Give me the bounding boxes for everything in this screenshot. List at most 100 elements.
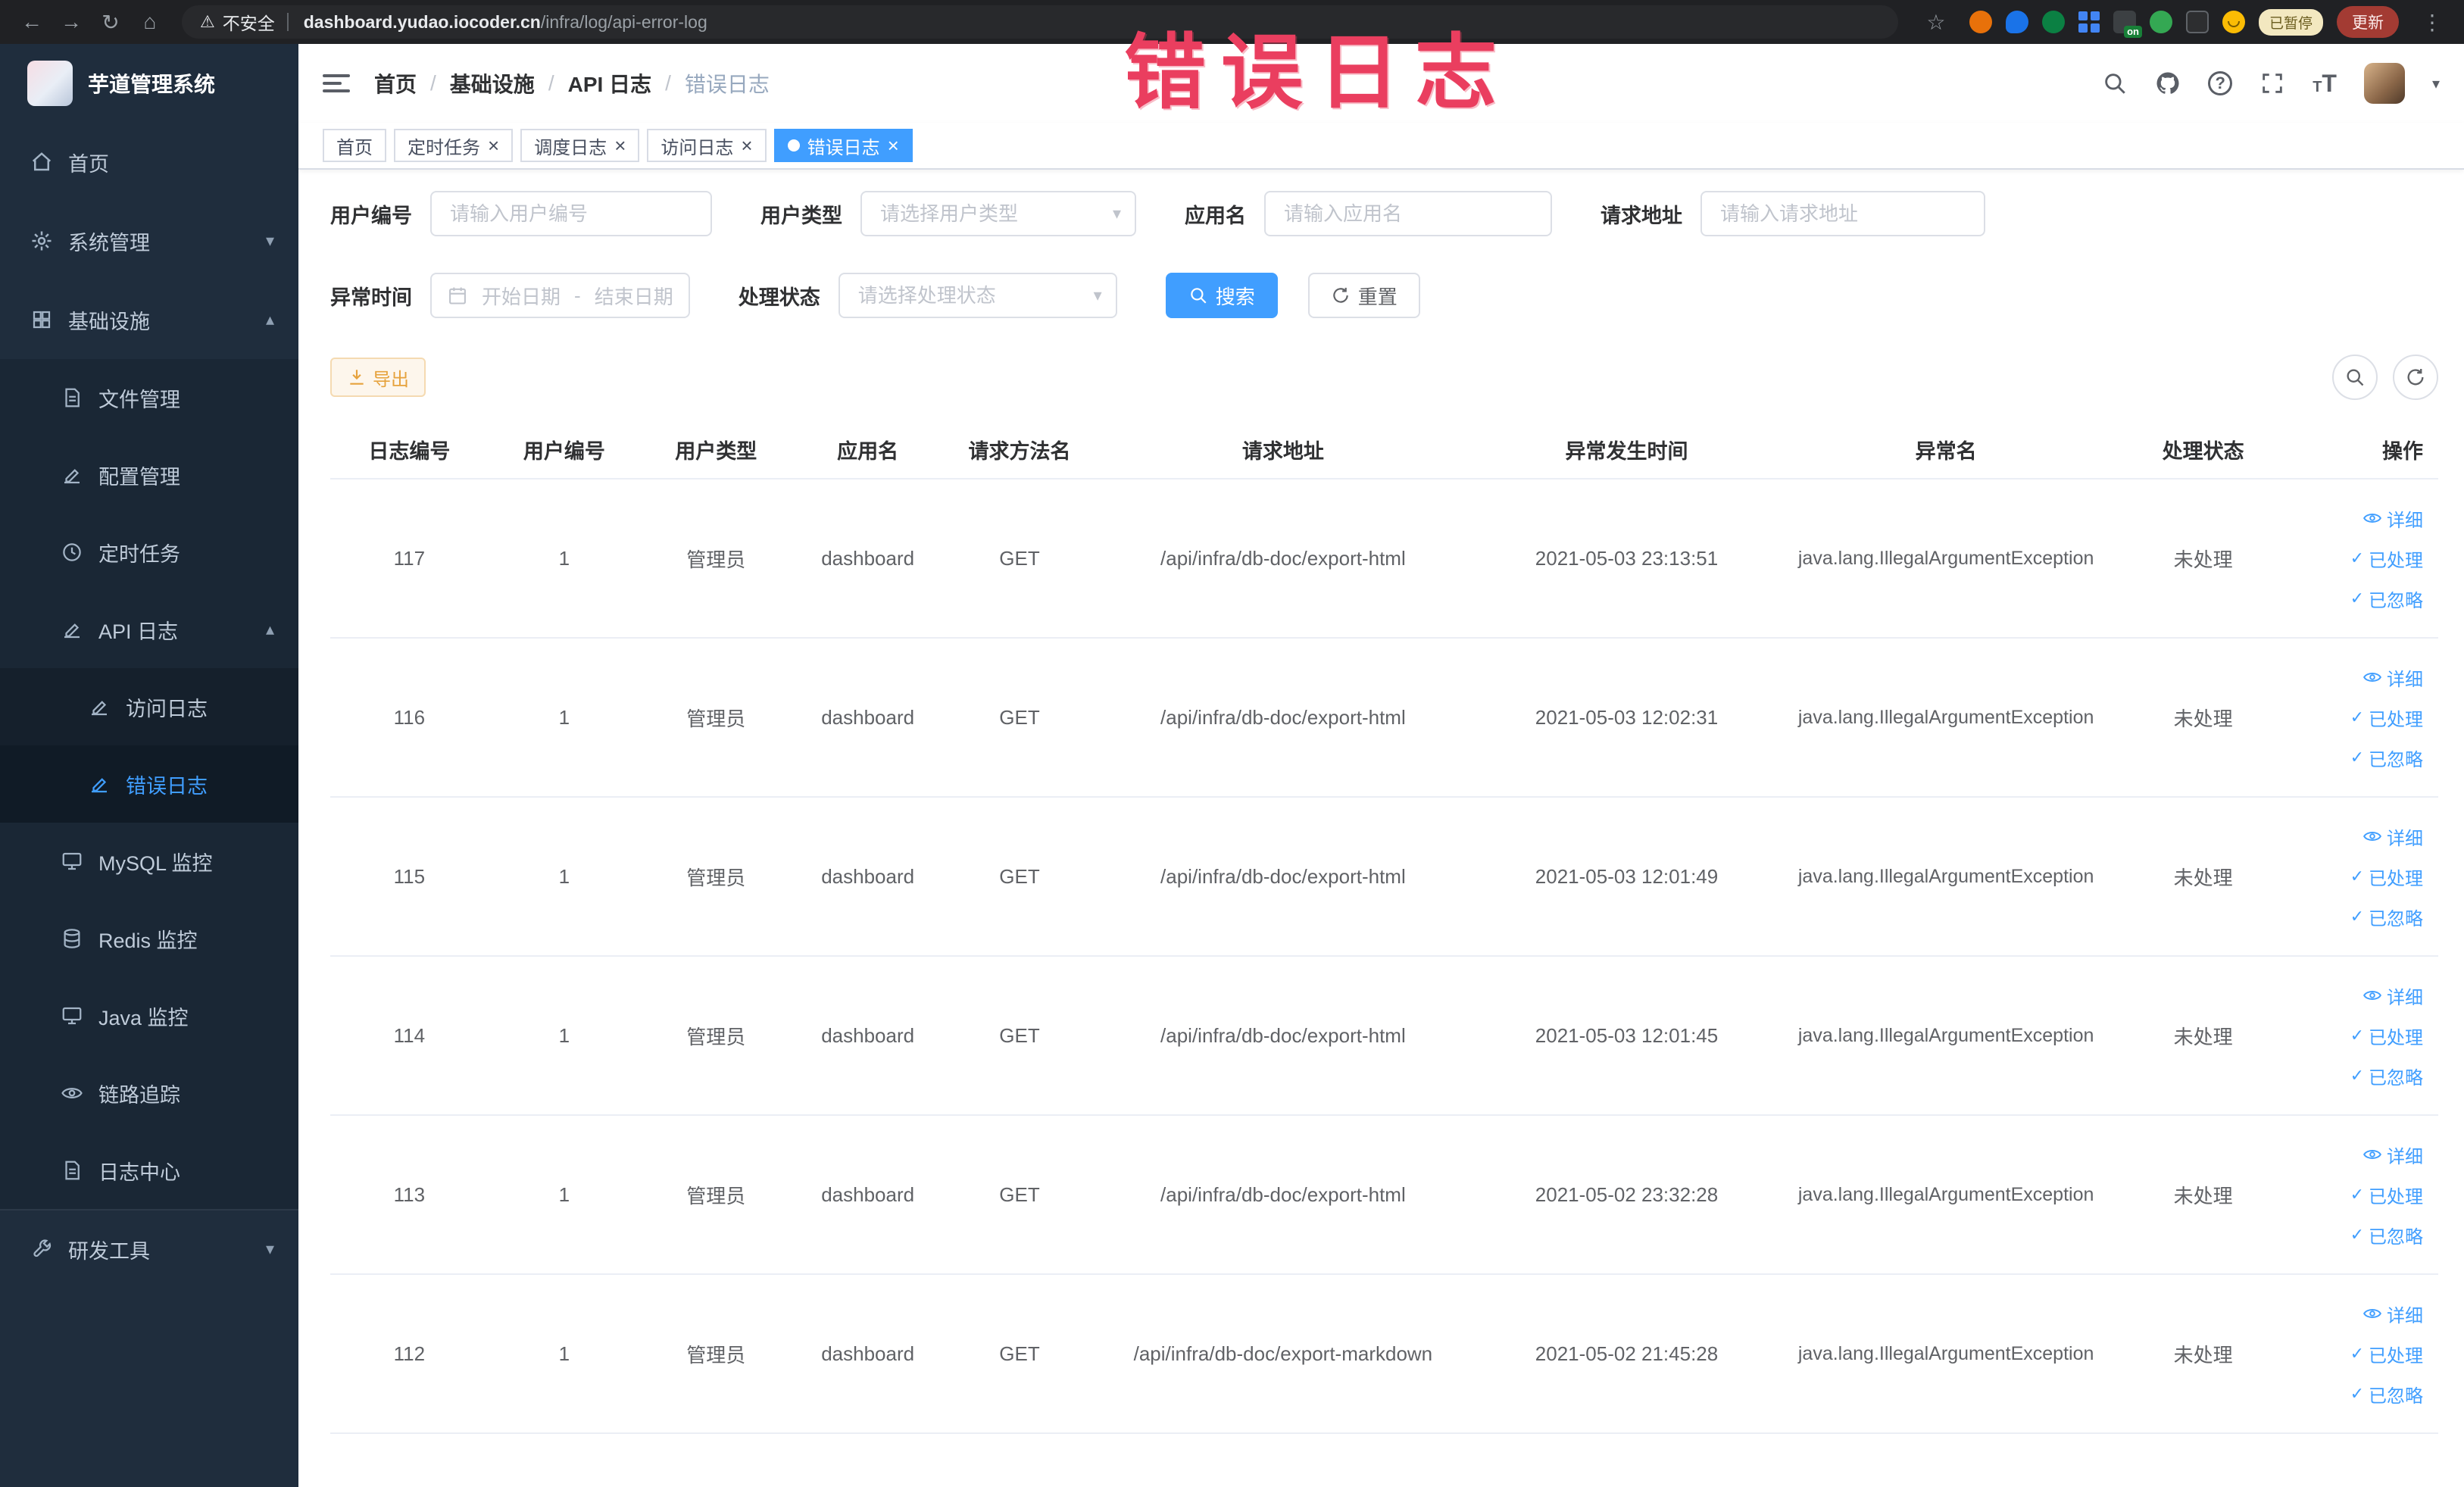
bookmark-star-icon[interactable]: ☆ [1916,10,1956,35]
browser-update-button[interactable]: 更新 [2337,6,2399,38]
sidebar-item-tracing[interactable]: 链路追踪 [0,1054,298,1132]
sidebar-label: 配置管理 [98,465,180,489]
fullscreen-icon[interactable] [2259,70,2285,96]
tab-access-log[interactable]: 访问日志 × [647,129,767,162]
mark-processed-link[interactable]: ✓ 已处理 [2350,545,2423,572]
export-button[interactable]: 导出 [330,358,426,397]
extension-grid-icon[interactable] [2078,11,2100,33]
grid-icon [30,308,53,331]
search-icon[interactable] [2102,70,2128,96]
detail-link[interactable]: 详细 [2363,505,2423,532]
database-icon [61,927,83,950]
browser-forward-icon[interactable]: → [52,10,91,34]
sidebar-label: 基础设施 [68,310,150,333]
mark-processed-link[interactable]: ✓ 已处理 [2350,1023,2423,1049]
sidebar-item-log-center[interactable]: 日志中心 [0,1132,298,1209]
detail-link[interactable]: 详细 [2363,1142,2423,1168]
sidebar-item-home[interactable]: 首页 [0,123,298,201]
document-icon [61,386,83,409]
sidebar-item-java-monitor[interactable]: Java 监控 [0,977,298,1054]
sidebar-item-access-log[interactable]: 访问日志 [0,668,298,745]
mark-ignored-link[interactable]: ✓ 已忽略 [2350,586,2423,612]
cell-user-type: 管理员 [640,479,792,639]
request-url-input[interactable] [1700,191,1985,236]
app-logo[interactable]: 芋道管理系统 [0,44,298,123]
sidebar-item-scheduled-jobs[interactable]: 定时任务 [0,514,298,591]
breadcrumb-item-home[interactable]: 首页 [374,68,417,98]
browser-back-icon[interactable]: ← [12,10,52,34]
detail-link[interactable]: 详细 [2363,1301,2423,1327]
cell-method: GET [943,797,1096,957]
table-row: 115 1 管理员 dashboard GET /api/infra/db-do… [330,797,2438,957]
breadcrumb-item-api-logs[interactable]: API 日志 [568,68,651,98]
browser-address-bar[interactable]: ⚠ 不安全 dashboard.yudao.iocoder.cn/infra/l… [182,5,1898,39]
mark-processed-link[interactable]: ✓ 已处理 [2350,1182,2423,1208]
browser-menu-icon[interactable]: ⋮ [2412,10,2452,35]
detail-link[interactable]: 详细 [2363,823,2423,850]
font-size-icon[interactable]: TT [2313,70,2337,98]
sidebar-item-file-mgmt[interactable]: 文件管理 [0,359,298,436]
tab-error-log[interactable]: 错误日志 × [773,129,913,162]
sidebar-item-config-mgmt[interactable]: 配置管理 [0,436,298,514]
close-icon[interactable]: × [741,136,752,155]
mark-ignored-link[interactable]: ✓ 已忽略 [2350,1222,2423,1248]
mark-processed-link[interactable]: ✓ 已处理 [2350,704,2423,731]
sidebar-item-mysql-monitor[interactable]: MySQL 监控 [0,823,298,900]
browser-chrome: ← → ↻ ⌂ ⚠ 不安全 dashboard.yudao.iocoder.cn… [0,0,2464,44]
close-icon[interactable]: × [888,136,899,155]
sidebar-item-error-log[interactable]: 错误日志 [0,745,298,823]
paused-badge[interactable]: 已暂停 [2258,8,2323,36]
mark-ignored-link[interactable]: ✓ 已忽略 [2350,1063,2423,1089]
toggle-search-button[interactable] [2332,355,2378,400]
close-icon[interactable]: × [488,136,499,155]
error-log-table: 日志编号 用户编号 用户类型 应用名 请求方法名 请求地址 异常发生时间 异常名… [330,421,2438,1434]
detail-link[interactable]: 详细 [2363,664,2423,691]
sidebar-item-system-mgmt[interactable]: 系统管理 ▾ [0,201,298,280]
extension-pinwheel-icon[interactable] [2185,11,2209,33]
tab-scheduled-jobs[interactable]: 定时任务 × [394,129,514,162]
sidebar-toggle-icon[interactable] [323,74,350,92]
app-name-input[interactable] [1264,191,1552,236]
user-type-select[interactable] [860,191,1136,236]
tab-scheduler-log[interactable]: 调度日志 × [520,129,640,162]
mark-ignored-link[interactable]: ✓ 已忽略 [2350,1381,2423,1407]
date-range-picker[interactable]: 开始日期 - 结束日期 [430,273,690,318]
extension-green-v-icon[interactable] [2041,11,2065,33]
browser-reload-icon[interactable]: ↻ [91,10,130,35]
tab-home[interactable]: 首页 [323,129,386,162]
detail-link[interactable]: 详细 [2363,982,2423,1009]
app-header: 首页 / 基础设施 / API 日志 / 错误日志 ? TT ▾ [298,44,2464,123]
sidebar-item-dev-tools[interactable]: 研发工具 ▾ [0,1209,298,1288]
breadcrumb-item-infrastructure[interactable]: 基础设施 [450,68,535,98]
extension-green-icon[interactable] [2149,11,2172,33]
sidebar-item-redis-monitor[interactable]: Redis 监控 [0,900,298,977]
help-icon[interactable]: ? [2208,71,2233,95]
mark-processed-link[interactable]: ✓ 已处理 [2350,864,2423,890]
request-url-label: 请求地址 [1601,204,1682,227]
extension-red-icon[interactable] [1969,11,1992,33]
mark-ignored-link[interactable]: ✓ 已忽略 [2350,904,2423,930]
edit-icon [61,618,83,641]
cell-exception: java.lang.IllegalArgumentException [1782,797,2110,957]
avatar-caret-icon[interactable]: ▾ [2432,74,2440,93]
extension-smiley-icon[interactable] [2222,11,2245,33]
close-icon[interactable]: × [614,136,626,155]
reset-button[interactable]: 重置 [1307,273,1420,318]
eye-icon [2363,1304,2382,1323]
search-icon [1188,286,1208,305]
search-button[interactable]: 搜索 [1165,273,1278,318]
process-status-select[interactable] [838,273,1117,318]
extension-blue-drop-icon[interactable] [2005,11,2028,33]
user-id-input[interactable] [430,191,712,236]
user-avatar[interactable] [2363,63,2405,104]
table-row: 112 1 管理员 dashboard GET /api/infra/db-do… [330,1274,2438,1434]
browser-home-icon[interactable]: ⌂ [130,10,170,34]
refresh-table-button[interactable] [2393,355,2438,400]
extension-on-badge-icon[interactable]: on [2113,11,2142,38]
sidebar-item-infrastructure[interactable]: 基础设施 ▴ [0,280,298,359]
mark-processed-link[interactable]: ✓ 已处理 [2350,1341,2423,1367]
cell-method: GET [943,479,1096,639]
github-icon[interactable] [2155,70,2181,96]
mark-ignored-link[interactable]: ✓ 已忽略 [2350,745,2423,771]
sidebar-item-api-logs[interactable]: API 日志 ▴ [0,591,298,668]
